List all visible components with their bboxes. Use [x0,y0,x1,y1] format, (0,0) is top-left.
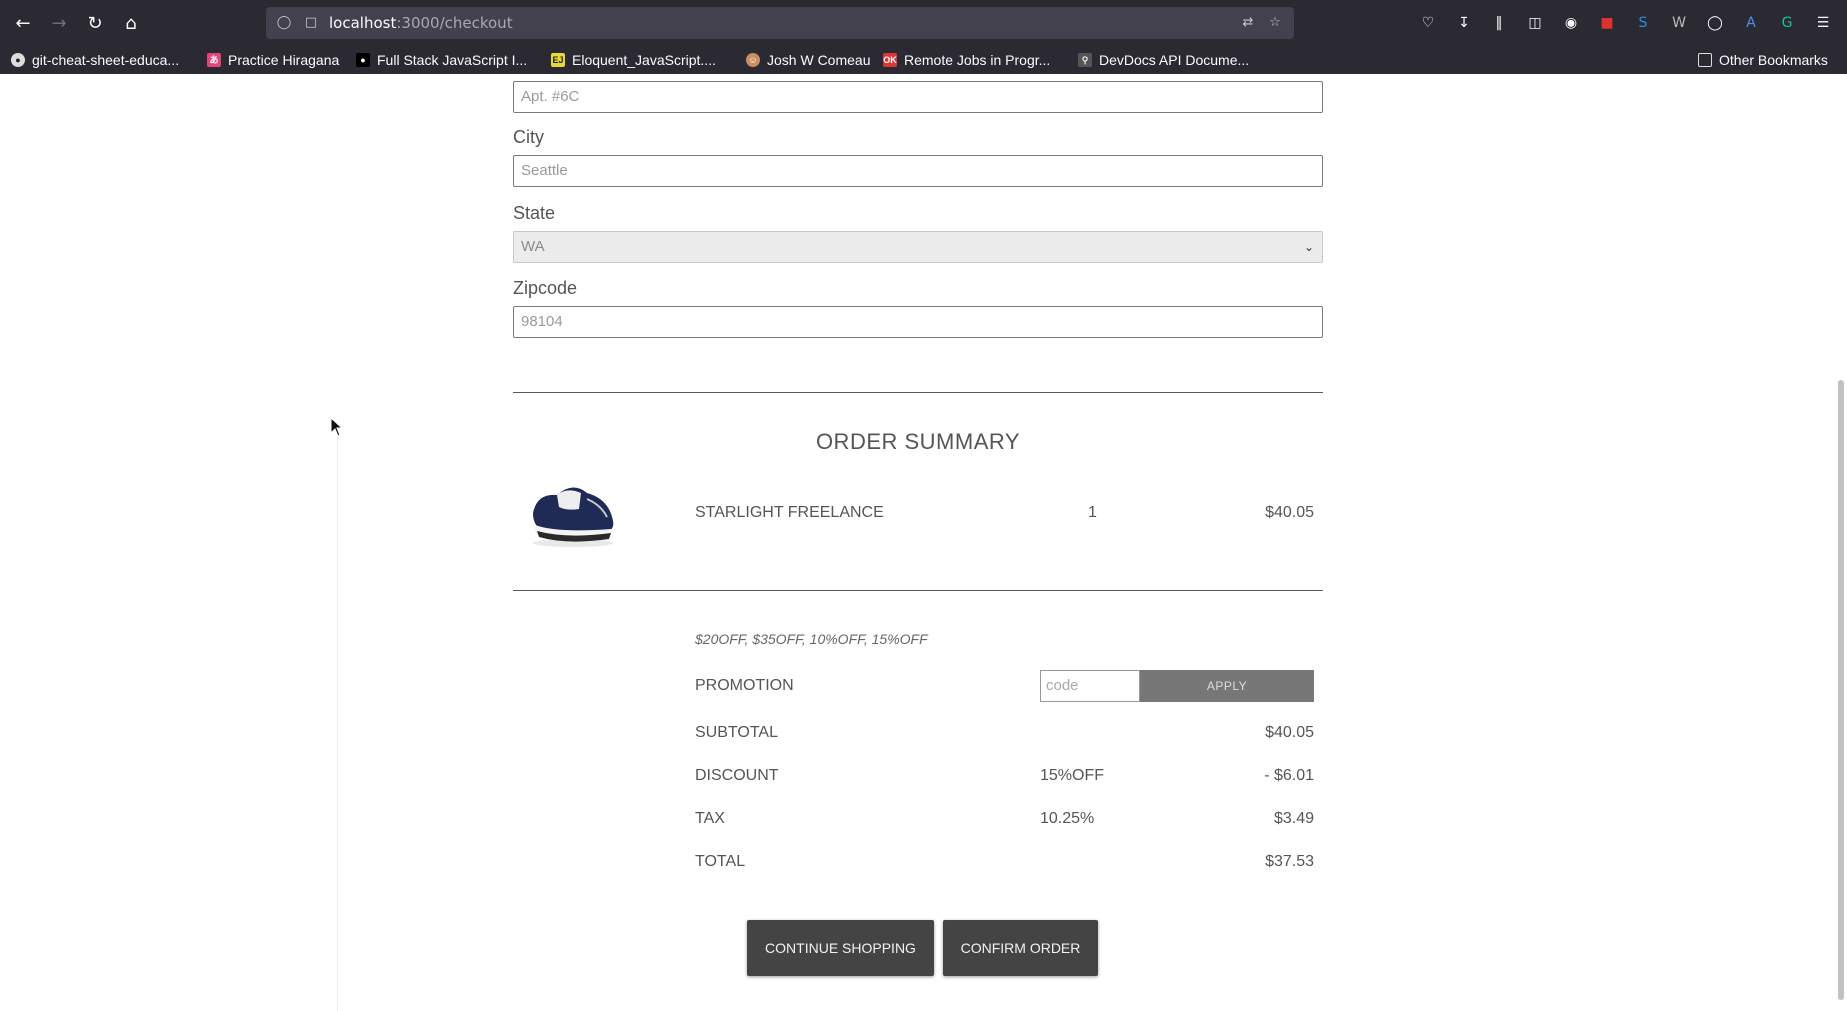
bookmark-item[interactable]: ⚲ DevDocs API Docume... [1078,50,1249,70]
divider [513,590,1323,591]
total-value: $37.53 [1265,853,1314,870]
pocket-icon[interactable]: ♡ [1418,13,1438,33]
extension-mask-icon[interactable]: ◉ [1561,13,1581,33]
url-text[interactable]: localhost:3000/checkout [329,14,513,32]
state-select[interactable]: WA ⌄ [513,231,1323,263]
tax-rate: 10.25% [1040,810,1095,827]
extension-lock-icon[interactable]: ■ [1597,13,1617,33]
confirm-order-button[interactable]: CONFIRM ORDER [943,920,1098,976]
promo-code-hints: $20OFF, $35OFF, 10%OFF, 15%OFF [695,631,928,647]
order-summary-title: ORDER SUMMARY [815,429,1021,454]
discount-code: 15%OFF [1040,767,1105,784]
menu-icon[interactable]: ☰ [1813,13,1833,33]
divider [513,392,1323,393]
discount-value: - $6.01 [1264,767,1314,784]
browser-toolbar: ← → ↻ ⌂ ◯ □ localhost:3000/checkout ⇄ ☆ … [0,0,1847,46]
state-select-value: WA [521,238,545,255]
ejs-icon: EJ [551,53,565,67]
continue-shopping-button[interactable]: CONTINUE SHOPPING [747,920,934,976]
hiragana-icon: あ [207,53,221,67]
item-name: STARLIGHT FREELANCE [695,504,884,521]
url-host: localhost [329,14,397,32]
ok-icon: OK [883,53,897,67]
bookmark-star-icon[interactable]: ☆ [1267,15,1283,31]
bookmark-item[interactable]: ☺ Josh W Comeau [746,50,870,70]
globe-icon[interactable]: ◯ [1705,13,1725,33]
zipcode-label: Zipcode [513,278,578,298]
other-bookmarks[interactable]: Other Bookmarks [1698,50,1828,70]
bookmark-item[interactable]: あ Practice Hiragana [207,50,339,70]
url-path: :3000/checkout [396,14,513,32]
scrollbar[interactable] [1835,74,1847,1011]
bookmark-item[interactable]: ● git-cheat-sheet-educa... [11,50,179,70]
bookmark-item[interactable]: EJ Eloquent_JavaScript.... [551,50,716,70]
downloads-icon[interactable]: ↧ [1454,13,1474,33]
bookmark-label: git-cheat-sheet-educa... [32,52,180,68]
city-label: City [513,127,544,147]
tax-value: $3.49 [1273,810,1314,827]
bookmark-label: Practice Hiragana [228,52,340,68]
library-icon[interactable]: ‖ [1489,13,1509,33]
total-label: TOTAL [695,853,746,870]
folder-icon [1698,53,1712,67]
bookmark-item[interactable]: OK Remote Jobs in Progr... [883,50,1050,70]
url-bar[interactable]: ◯ □ localhost:3000/checkout ⇄ ☆ [266,7,1294,39]
extension-w-icon[interactable]: W [1669,13,1689,33]
item-quantity: 1 [1088,504,1097,521]
divider [337,431,338,1011]
extension-s-icon[interactable]: S [1633,13,1653,33]
subtotal-value: $40.05 [1265,724,1314,741]
discount-label: DISCOUNT [695,767,779,784]
josh-avatar-icon: ☺ [746,53,760,67]
checkout-page: Apt. #6C City Seattle State WA ⌄ Zipcode… [0,74,1847,1011]
product-image [527,469,619,549]
forward-arrow-icon[interactable]: → [43,7,75,39]
city-input[interactable]: Seattle [513,155,1323,187]
page-info-icon[interactable]: □ [303,15,319,31]
chevron-down-icon: ⌄ [1303,240,1314,254]
bookmarks-bar: ● git-cheat-sheet-educa... あ Practice Hi… [0,46,1847,74]
bookmark-item[interactable]: ● Full Stack JavaScript I... [356,50,527,70]
medium-icon: ● [356,53,370,67]
shield-icon[interactable]: ◯ [276,15,292,31]
grammarly-icon[interactable]: G [1777,13,1797,33]
bookmark-label: DevDocs API Docume... [1099,52,1250,68]
bookmark-label: Eloquent_JavaScript.... [572,52,716,68]
mouse-cursor-icon [330,417,342,437]
apply-button[interactable]: APPLY [1140,670,1314,702]
state-label: State [513,203,556,223]
home-icon[interactable]: ⌂ [115,7,147,39]
back-arrow-icon[interactable]: ← [7,7,39,39]
promo-code-input[interactable]: code [1040,670,1140,702]
scrollbar-thumb[interactable] [1838,380,1844,1000]
translate-icon[interactable]: ⇄ [1240,15,1256,31]
bookmark-label: Remote Jobs in Progr... [904,52,1051,68]
zipcode-input[interactable]: 98104 [513,306,1323,338]
github-icon: ● [11,53,25,67]
sidebar-icon[interactable]: ◫ [1525,13,1545,33]
other-bookmarks-label: Other Bookmarks [1719,52,1828,68]
item-price: $40.05 [1265,504,1314,521]
reload-icon[interactable]: ↻ [79,7,111,39]
apt-input[interactable]: Apt. #6C [513,81,1323,113]
bookmark-label: Josh W Comeau [767,52,871,68]
translate-extension-icon[interactable]: A [1741,13,1761,33]
tax-label: TAX [695,810,725,827]
devdocs-icon: ⚲ [1078,53,1092,67]
promotion-label: PROMOTION [695,677,794,694]
bookmark-label: Full Stack JavaScript I... [377,52,528,68]
subtotal-label: SUBTOTAL [695,724,778,741]
